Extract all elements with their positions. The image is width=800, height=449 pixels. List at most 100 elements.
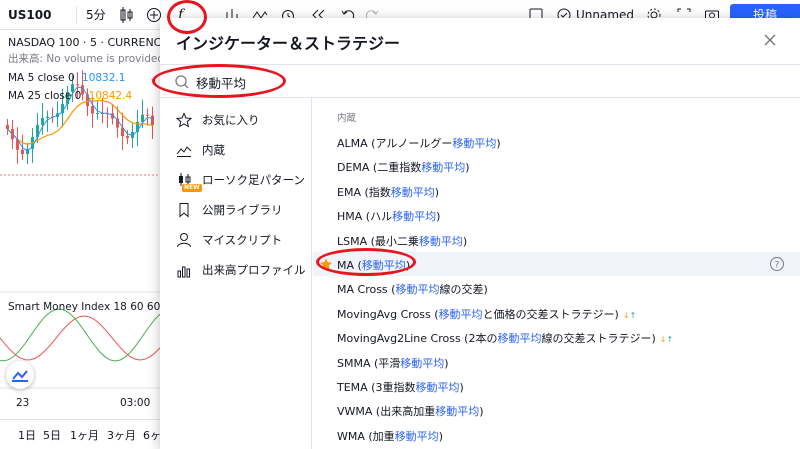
strategy-arrows-icon: ↓↑ [659, 335, 674, 345]
result-keyword: 移動平均 [435, 405, 480, 419]
candle-body [46, 116, 49, 118]
result-item[interactable]: EMA (指数移動平均) [313, 179, 800, 203]
result-label-suffix: ) [405, 259, 411, 272]
close-button[interactable] [762, 32, 778, 48]
result-keyword: 移動平均 [394, 429, 439, 443]
result-keyword: 移動平均 [390, 185, 435, 199]
range-1d[interactable]: 1日 [18, 427, 36, 443]
user-icon [177, 233, 191, 248]
result-item[interactable]: LSMA (最小二乗移動平均) [313, 228, 800, 252]
search-icon [175, 75, 189, 89]
result-keyword: 移動平均 [497, 332, 542, 346]
result-item[interactable]: ALMA (アルノールグー移動平均) [313, 130, 800, 154]
candle-body [91, 106, 94, 114]
sidebar-item-builtin[interactable]: 内蔵 [160, 136, 312, 164]
search-bar [160, 64, 800, 98]
ma5-legend-value: 10832.1 [82, 72, 126, 84]
chart-type-button[interactable] [118, 6, 134, 24]
help-icon[interactable]: ? [769, 256, 785, 272]
sidebar-item-volume-profile[interactable]: 出来高プロファイル [160, 256, 312, 284]
bookmark-icon [179, 203, 189, 218]
symbol-search-button[interactable]: US100 [8, 6, 51, 24]
smi-red-line [0, 315, 161, 361]
result-item-ma[interactable]: MA (移動平均)? [313, 252, 800, 276]
dialog-title: インジケーター＆ストラテジー [176, 34, 401, 53]
ma25-legend-label: MA 25 close 0 [8, 90, 82, 102]
result-keyword: 移動平均 [421, 161, 466, 175]
volume-profile-icon [177, 266, 190, 278]
sidebar-item-candlestick-patterns[interactable]: NEW ローソク足パターン [160, 166, 312, 194]
ma25-line [7, 99, 153, 145]
result-label-suffix: ) [459, 381, 464, 394]
result-item[interactable]: TEMA (3重指数移動平均) [313, 374, 800, 398]
result-item[interactable]: VWMA (出来高加重移動平均) [313, 398, 800, 422]
result-label-suffix: ) [479, 405, 484, 419]
chart-title: NASDAQ 100 · 5 · CURRENCYC [8, 36, 175, 49]
result-keyword: 移動平均 [400, 356, 445, 370]
result-item[interactable]: WMA (加重移動平均) [313, 423, 800, 447]
result-label-suffix: ) [434, 185, 440, 199]
result-label: VWMA (出来高加重移動平均) [337, 403, 484, 419]
search-input[interactable] [196, 71, 596, 93]
result-label-suffix: ) [444, 356, 449, 370]
result-label: WMA (加重移動平均) [337, 428, 443, 444]
interval-button[interactable]: 5分 [86, 6, 106, 24]
candle-body [41, 117, 44, 125]
result-label-prefix: MovingAvg2Line Cross (2本の [337, 332, 498, 346]
result-item[interactable]: SMMA (平滑移動平均) [313, 350, 800, 374]
ma25-legend[interactable]: MA 25 close 0 10842.4 [8, 89, 132, 103]
candle-body [21, 149, 24, 155]
result-label-suffix: ) [438, 429, 443, 443]
tradingview-logo[interactable] [6, 361, 34, 389]
sidebar-item-label: ローソク足パターン [202, 173, 305, 187]
sidebar-item-my-scripts[interactable]: マイスクリプト [160, 226, 312, 254]
ma25-legend-value: 10842.4 [88, 90, 133, 102]
result-item[interactable]: MovingAvg2Line Cross (2本の移動平均線の交差ストラテジー)… [313, 325, 800, 349]
result-label: DEMA (二重指数移動平均) [337, 159, 470, 175]
time-label-0300: 03:00 [120, 397, 151, 409]
result-label-prefix: DEMA (二重指数 [337, 161, 422, 175]
ma5-legend[interactable]: MA 5 close 0 10832.1 [8, 71, 125, 85]
range-6m[interactable]: 6ヶ [143, 427, 161, 443]
sidebar-item-favorites[interactable]: お気に入り [160, 106, 312, 134]
sidebar-item-public-library[interactable]: 公開ライブラリ [160, 196, 312, 224]
candle-body [141, 114, 144, 122]
result-label-suffix: ) [436, 210, 441, 224]
sidebar-item-label: マイスクリプト [202, 233, 283, 247]
new-badge: NEW [182, 184, 202, 192]
close-icon [764, 34, 776, 46]
star-icon [176, 112, 192, 128]
candle-body [151, 115, 154, 125]
result-label-prefix: HMA (ハル [337, 210, 393, 224]
result-item[interactable]: DEMA (二重指数移動平均) [313, 154, 800, 178]
range-3m[interactable]: 3ヶ月 [107, 427, 136, 443]
strategy-arrows-icon: ↓↑ [622, 310, 637, 320]
result-label: ALMA (アルノールグー移動平均) [337, 135, 501, 151]
indicators-dialog: インジケーター＆ストラテジー お気に入り 内蔵 [160, 18, 800, 449]
candle-body [126, 136, 129, 139]
result-label: LSMA (最小二乗移動平均) [337, 233, 467, 249]
tradingview-window: US100 5分 f Unnamed 投稿 NASDAQ 100 · 5 · C… [0, 0, 800, 449]
toolbar-divider [76, 6, 77, 24]
result-label-prefix: SMMA (平滑 [337, 356, 401, 370]
result-label: MovingAvg Cross (移動平均と価格の交差ストラテジー) ↓↑ [337, 306, 636, 322]
candles-icon [120, 7, 133, 23]
range-1m[interactable]: 1ヶ月 [70, 427, 99, 443]
result-label-suffix: ) [496, 137, 501, 150]
smi-legend-label: Smart Money Index 18 60 60 [8, 301, 161, 313]
result-item[interactable]: HMA (ハル移動平均) [313, 203, 800, 227]
result-item[interactable]: MA Cross (移動平均線の交差) [313, 276, 800, 300]
result-label: SMMA (平滑移動平均) [337, 355, 449, 371]
result-label-prefix: TEMA (3重指数 [337, 381, 416, 394]
result-label: MA Cross (移動平均線の交差) [337, 281, 488, 297]
favorite-star-icon[interactable] [319, 257, 333, 271]
range-5d[interactable]: 5日 [43, 427, 61, 443]
result-label: TEMA (3重指数移動平均) [337, 379, 464, 395]
result-label: MA (移動平均) [337, 257, 410, 273]
candle-body [96, 113, 99, 115]
result-item[interactable]: MovingAvg Cross (移動平均と価格の交差ストラテジー) ↓↑ [313, 301, 800, 325]
result-label-prefix: VWMA (出来高加重 [337, 405, 436, 419]
result-label-suffix: 線の交差) [439, 283, 488, 297]
sidebar-item-label: 出来高プロファイル [202, 263, 306, 277]
result-label: EMA (指数移動平均) [337, 184, 439, 200]
